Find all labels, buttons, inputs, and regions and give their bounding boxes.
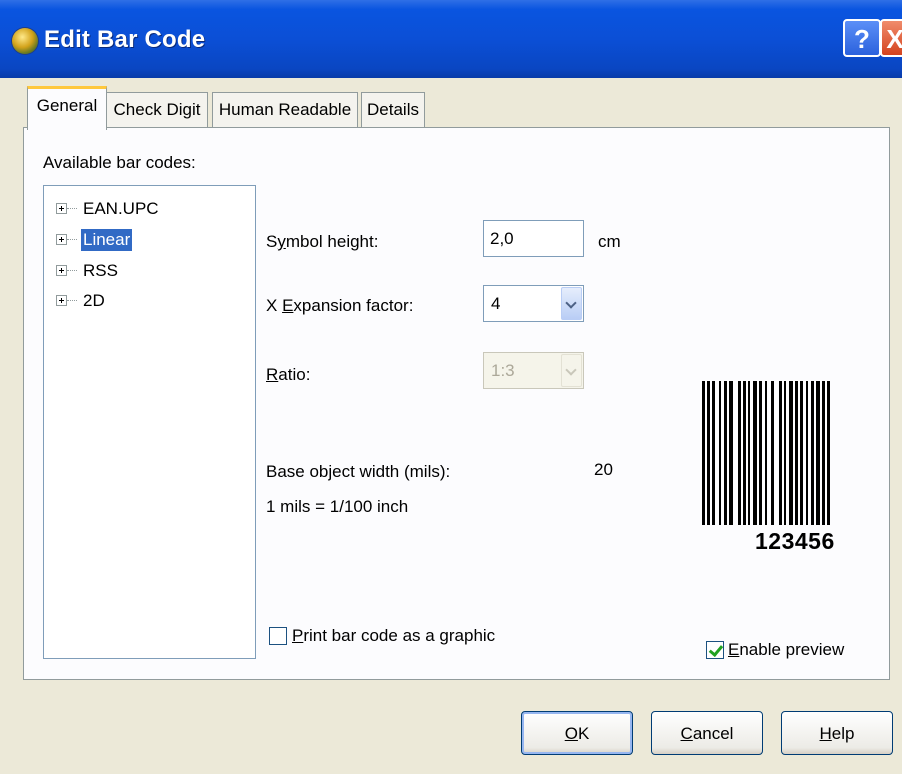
- base-object-width-value: 20: [594, 460, 613, 479]
- dropdown-arrow-icon: [561, 354, 582, 387]
- tree-item-label: 2D: [83, 291, 105, 310]
- barcode-bar: [816, 381, 820, 525]
- barcode-preview-number: 123456: [755, 528, 835, 554]
- tree-item-label: Linear: [79, 228, 134, 252]
- barcode-bar: [789, 381, 793, 525]
- barcode-bar: [822, 381, 825, 525]
- tree-item-label: RSS: [83, 261, 118, 280]
- ratio-label: Ratio:: [266, 365, 311, 384]
- tab-human-readable[interactable]: Human Readable: [212, 92, 358, 128]
- tree-connector: [67, 239, 77, 240]
- title-bar[interactable]: Edit Bar Code ? X: [0, 0, 902, 78]
- window-title: Edit Bar Code: [44, 26, 206, 53]
- dropdown-arrow-icon[interactable]: [561, 287, 582, 320]
- barcode-bar: [800, 381, 803, 525]
- barcode-bar: [743, 381, 746, 525]
- barcode-preview: [702, 381, 830, 525]
- tree-connector: [67, 208, 77, 209]
- help-button[interactable]: Help: [781, 711, 893, 755]
- barcode-bar: [795, 381, 798, 525]
- tab-details[interactable]: Details: [361, 92, 425, 128]
- enable-preview-checkbox[interactable]: [706, 641, 724, 659]
- barcode-bar: [753, 381, 757, 525]
- tab-general[interactable]: General: [27, 86, 107, 130]
- tree-item-label: EAN.UPC: [83, 199, 159, 218]
- barcode-bar: [811, 381, 814, 525]
- barcode-bar: [729, 381, 733, 525]
- barcode-bar: [707, 381, 710, 525]
- expand-plus-icon[interactable]: [56, 234, 67, 245]
- barcode-bar: [806, 381, 808, 525]
- tree-connector: [67, 300, 77, 301]
- print-as-graphic-checkbox[interactable]: [269, 627, 287, 645]
- tab-check-digit[interactable]: Check Digit: [106, 92, 208, 128]
- print-as-graphic-label[interactable]: Print bar code as a graphic: [292, 626, 495, 646]
- close-icon[interactable]: X: [880, 19, 902, 57]
- symbol-height-unit: cm: [598, 232, 621, 251]
- app-icon: [12, 28, 38, 54]
- cancel-button[interactable]: Cancel: [651, 711, 763, 755]
- ratio-select: 1:3: [483, 352, 584, 389]
- help-icon[interactable]: ?: [843, 19, 881, 57]
- barcode-bar: [738, 381, 741, 525]
- mils-note: 1 mils = 1/100 inch: [266, 497, 409, 516]
- symbol-height-input[interactable]: [483, 220, 584, 257]
- available-bar-codes-label: Available bar codes:: [43, 153, 196, 172]
- barcode-bar: [748, 381, 750, 525]
- tree-connector: [67, 270, 77, 271]
- expand-plus-icon[interactable]: [56, 295, 67, 306]
- barcode-bar: [702, 381, 705, 525]
- expand-plus-icon[interactable]: [56, 265, 67, 276]
- barcode-bar: [724, 381, 727, 525]
- x-expansion-factor-select[interactable]: 4: [483, 285, 584, 322]
- symbol-height-label: Symbol height:: [266, 232, 379, 251]
- edit-bar-code-dialog: Edit Bar Code ? X General Check Digit Hu…: [0, 0, 902, 774]
- barcode-bar: [771, 381, 774, 525]
- ok-button[interactable]: OK: [521, 711, 633, 755]
- barcode-bar: [759, 381, 762, 525]
- ratio-value: 1:3: [491, 361, 515, 380]
- expand-plus-icon[interactable]: [56, 203, 67, 214]
- barcode-bar: [712, 381, 715, 525]
- base-object-width-label: Base object width (mils):: [266, 462, 451, 481]
- bar-code-tree[interactable]: EAN.UPC Linear RSS 2D: [43, 185, 256, 659]
- barcode-bar: [827, 381, 830, 525]
- barcode-bar: [779, 381, 782, 525]
- barcode-bar: [784, 381, 786, 525]
- enable-preview-label[interactable]: Enable preview: [728, 640, 844, 660]
- x-expansion-factor-value: 4: [491, 294, 501, 313]
- x-expansion-factor-label: X Expansion factor:: [266, 296, 414, 315]
- barcode-bar: [719, 381, 721, 525]
- barcode-bar: [765, 381, 767, 525]
